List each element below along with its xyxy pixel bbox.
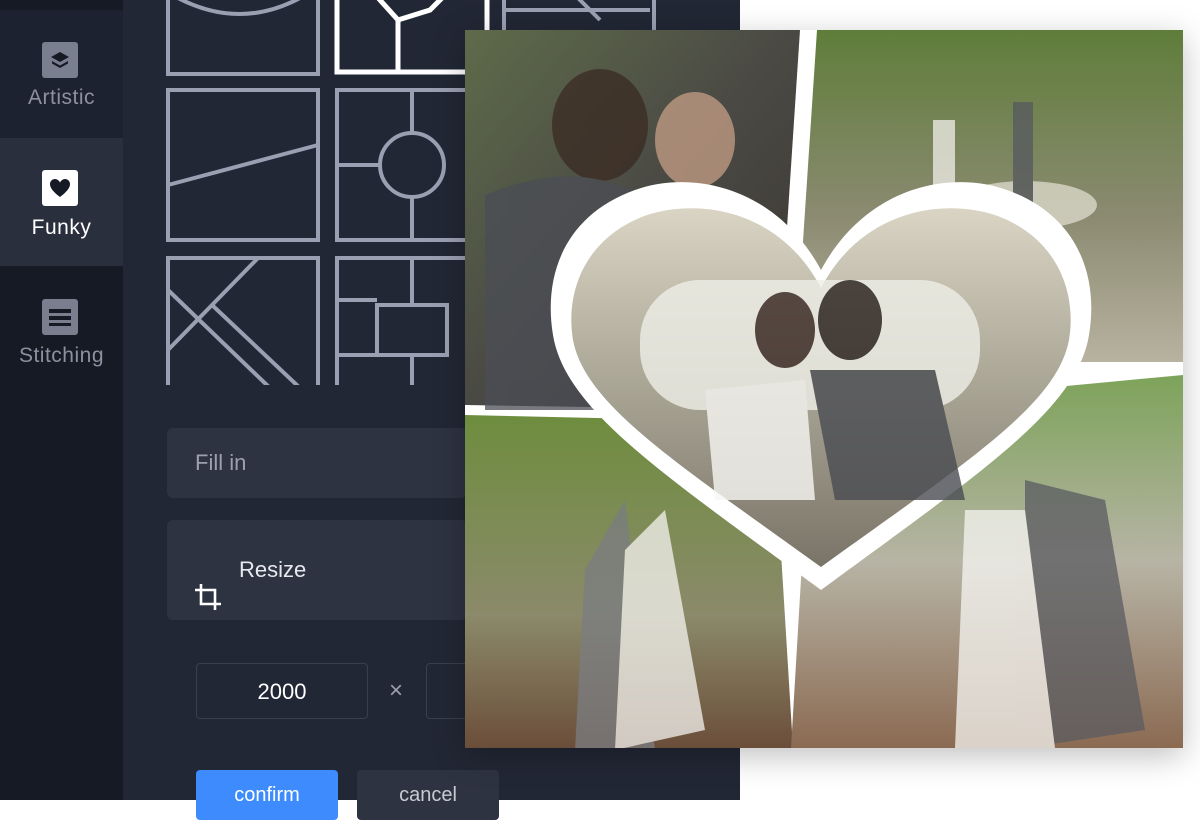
layers-icon — [42, 42, 78, 78]
crop-icon — [193, 555, 223, 610]
template-thumbnail[interactable] — [166, 88, 320, 242]
size-separator: × — [388, 677, 403, 704]
sidebar-item-label: Artistic — [28, 86, 95, 109]
collage-preview — [465, 30, 1183, 748]
sidebar-item-artistic[interactable]: Artistic — [0, 10, 123, 138]
template-thumbnail[interactable] — [166, 256, 320, 385]
width-input[interactable]: 2000 — [196, 663, 368, 719]
sidebar-item-label: Stitching — [18, 344, 105, 367]
cancel-button[interactable]: cancel — [357, 770, 499, 820]
sidebar-item-stitching[interactable]: Stitching — [0, 266, 123, 394]
stitching-icon — [42, 299, 78, 335]
heart-icon — [42, 170, 78, 206]
fill-in-label: Fill in — [195, 450, 247, 475]
template-thumbnail[interactable] — [166, 0, 320, 76]
collage-canvas — [465, 30, 1183, 748]
resize-option[interactable]: Resize — [167, 520, 467, 620]
sidebar: Artistic Funky Stitching — [0, 0, 123, 800]
sidebar-item-funky[interactable]: Funky — [0, 138, 123, 266]
confirm-button[interactable]: confirm — [196, 770, 338, 820]
sidebar-item-label: Funky — [31, 216, 92, 239]
fill-in-option[interactable]: Fill in — [167, 428, 467, 498]
resize-label: Resize — [239, 557, 307, 582]
